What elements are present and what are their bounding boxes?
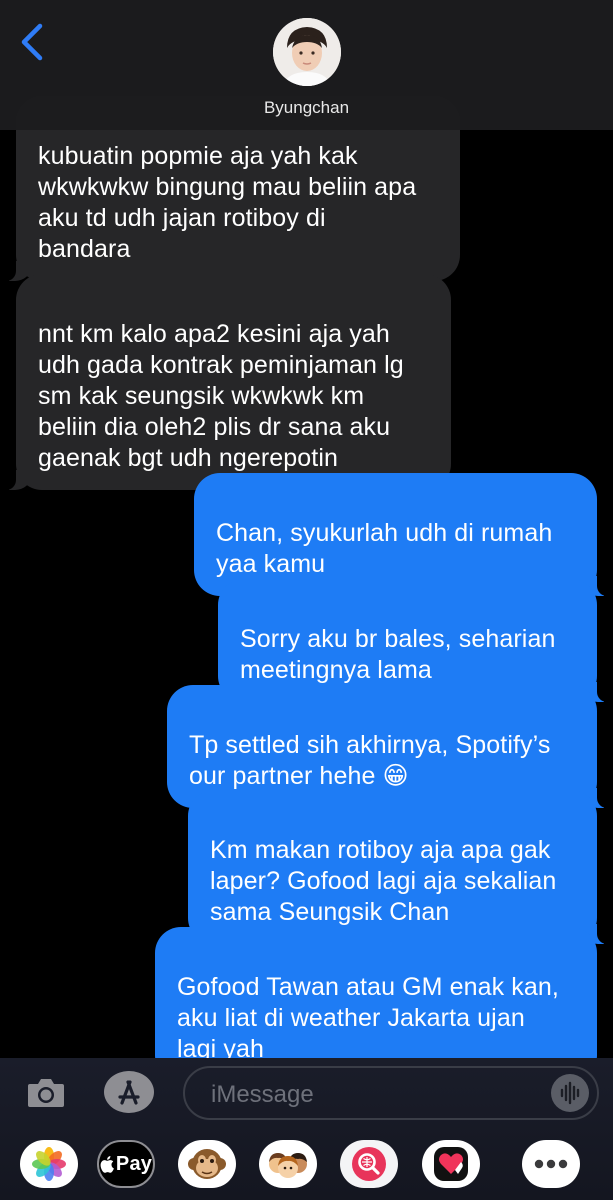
message-thread[interactable]: kubuatin popmie aja yah kak wkwkwkw bing…: [0, 0, 613, 1058]
more-apps-button[interactable]: [522, 1140, 580, 1188]
images-search-button[interactable]: [340, 1140, 398, 1188]
message-text: Chan, syukurlah udh di rumah yaa kamu: [216, 519, 553, 578]
contact-name[interactable]: Byungchan: [0, 98, 613, 118]
apple-icon: [100, 1156, 114, 1173]
message-text: Sorry aku br bales, seharian meetingnya …: [240, 625, 556, 684]
message-input-placeholder: iMessage: [211, 1081, 314, 1108]
back-button[interactable]: [18, 22, 52, 62]
app-store-button[interactable]: [103, 1070, 155, 1114]
app-store-icon: [104, 1071, 154, 1113]
message-input[interactable]: iMessage: [183, 1066, 599, 1120]
message-bubble-outgoing[interactable]: Km makan rotiboy aja apa gak laper? Gofo…: [188, 790, 609, 944]
contact-avatar[interactable]: [273, 18, 341, 86]
globe-search-icon: [352, 1147, 386, 1181]
camera-icon: [28, 1079, 64, 1107]
more-icon: [534, 1159, 568, 1169]
digital-touch-button[interactable]: [422, 1140, 480, 1188]
camera-button[interactable]: [26, 1074, 66, 1110]
avatar-photo: [273, 18, 341, 86]
message-text: Gofood Tawan atau GM enak kan, aku liat …: [177, 973, 559, 1058]
apple-pay-button[interactable]: Pay: [97, 1140, 155, 1188]
message-text: Km makan rotiboy aja apa gak laper? Gofo…: [210, 836, 557, 926]
message-bubble-incoming[interactable]: nnt km kalo apa2 kesini aja yah udh gada…: [4, 274, 451, 490]
message-text: kubuatin popmie aja yah kak wkwkwkw bing…: [38, 142, 417, 263]
apple-pay-label: Pay: [115, 1152, 153, 1175]
chevron-left-icon: [21, 23, 43, 61]
message-bubble-outgoing[interactable]: Chan, syukurlah udh di rumah yaa kamu: [194, 473, 609, 596]
photos-app-button[interactable]: [20, 1140, 78, 1188]
photos-icon: [32, 1147, 66, 1181]
animoji-button[interactable]: [178, 1140, 236, 1188]
conversation-header: Byungchan: [0, 0, 613, 130]
memoji-icon: [269, 1153, 307, 1178]
message-text: Tp settled sih akhirnya, Spotify’s our p…: [189, 731, 551, 790]
message-bubble-outgoing[interactable]: Sorry aku br bales, seharian meetingnya …: [218, 579, 609, 702]
memoji-button[interactable]: [259, 1140, 317, 1188]
message-bubble-outgoing[interactable]: Gofood Tawan atau GM enak kan, aku liat …: [155, 927, 597, 1058]
heart-touch-icon: [434, 1147, 468, 1181]
monkey-icon: [188, 1149, 226, 1179]
waveform-icon: [560, 1081, 580, 1105]
audio-record-button[interactable]: [551, 1074, 589, 1112]
message-text: nnt km kalo apa2 kesini aja yah udh gada…: [38, 320, 404, 472]
